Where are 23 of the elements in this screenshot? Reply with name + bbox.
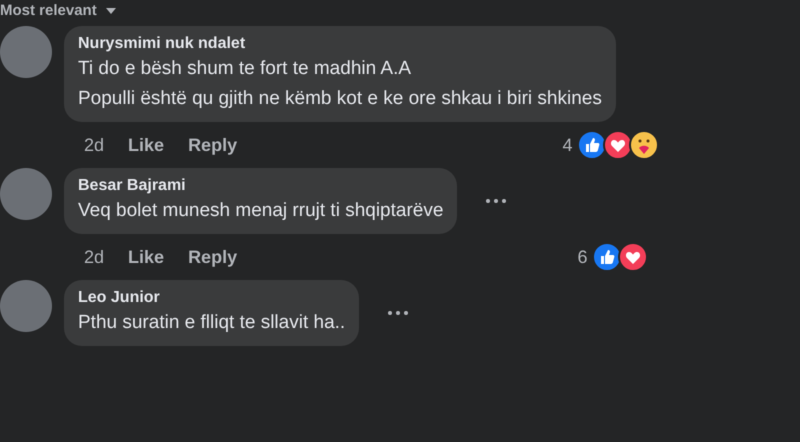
caret-icon[interactable] bbox=[104, 7, 117, 15]
avatar[interactable] bbox=[0, 168, 52, 220]
avatar[interactable] bbox=[0, 26, 52, 78]
comment-time[interactable]: 2d bbox=[84, 132, 104, 158]
reaction-count: 4 bbox=[562, 134, 573, 156]
author-name[interactable]: Leo Junior bbox=[78, 288, 346, 308]
comment-action[interactable]: Like bbox=[128, 244, 164, 270]
thumbs-up-icon bbox=[592, 242, 622, 272]
comment-text: Veq bolet munesh menaj rrujt ti shqiptarëve bbox=[78, 199, 444, 223]
comment-text: Ti do e bësh shum te fort te madhin A.A bbox=[78, 57, 412, 81]
hugging-face-icon bbox=[628, 130, 659, 160]
comment-action[interactable]: Reply bbox=[188, 244, 238, 270]
author-name[interactable]: Nurysmimi nuk ndalet bbox=[78, 34, 602, 54]
avatar[interactable] bbox=[0, 280, 52, 332]
reaction-count: 6 bbox=[578, 246, 588, 268]
comment-action[interactable]: Like bbox=[128, 132, 164, 158]
comment-action[interactable]: Reply bbox=[188, 132, 238, 158]
author-name[interactable]: Besar Bajrami bbox=[78, 176, 444, 196]
sort-label: Most relevant bbox=[0, 2, 97, 20]
thumbs-up-icon bbox=[576, 130, 607, 160]
comment-text: Pthu suratin e flliqt te sllavit ha.. bbox=[78, 311, 346, 335]
comment-time[interactable]: 2d bbox=[84, 244, 104, 270]
comment-text: Populli është qu gjith ne këmb kot e ke ore shkau i biri shkines bbox=[78, 87, 602, 111]
